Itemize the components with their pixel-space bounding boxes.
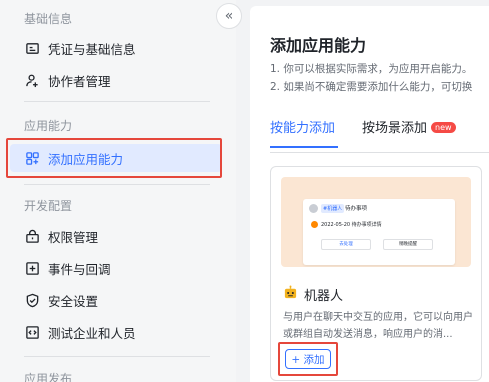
bot-preview-image: #机器人 待办事项 2022-05-20 待办事项详情 去处理 稍晚提醒 (281, 177, 471, 267)
sidebar-item-label: 测试企业和人员 (48, 325, 136, 341)
sidebar-item-credentials[interactable]: 凭证与基础信息 (10, 34, 222, 62)
active-tab-indicator (270, 146, 338, 148)
divider (270, 152, 489, 153)
tabs: 按能力添加 按场景添加 new (270, 117, 489, 148)
user-add-icon (24, 72, 40, 88)
collapse-sidebar-button[interactable]: « (216, 3, 242, 29)
page-title: 添加应用能力 (270, 36, 367, 55)
sidebar-item-label: 协作者管理 (48, 73, 111, 89)
capability-card-bot[interactable]: #机器人 待办事项 2022-05-20 待办事项详情 去处理 稍晚提醒 机器人… (270, 166, 482, 381)
new-badge: new (431, 122, 456, 133)
clock-icon (311, 221, 318, 228)
description-line-1: 1. 你可以根据实际需求，为应用开启能力。 (270, 63, 473, 75)
sidebar-item-security[interactable]: 安全设置 (10, 286, 222, 314)
card-description: 与用户在聊天中交互的应用，它可以向用户或群组自动发送消息，响应用户的消... (283, 312, 473, 340)
group-title-dev-config: 开发配置 (24, 199, 73, 213)
card-title-text: 机器人 (304, 289, 344, 304)
group-title-basic: 基础信息 (24, 12, 73, 26)
sidebar-item-label: 添加应用能力 (48, 151, 124, 167)
avatar (309, 204, 318, 213)
sidebar: 基础信息 凭证与基础信息 协作者管理 应用能力 添加应用能力 开发配置 权限管理… (0, 0, 236, 382)
group-title-release: 应用发布 (24, 372, 73, 382)
description-line-2: 2. 如果尚不确定需要添加什么能力，可切换 (270, 81, 473, 93)
preview-tag: #机器人 (321, 204, 345, 213)
preview-message-card: #机器人 待办事项 2022-05-20 待办事项详情 去处理 稍晚提醒 (303, 199, 455, 265)
card-title: 机器人 (283, 285, 343, 304)
divider (24, 101, 210, 102)
credential-icon (24, 40, 40, 56)
sidebar-item-test-tenant[interactable]: 测试企业和人员 (10, 318, 222, 346)
sidebar-item-collaborators[interactable]: 协作者管理 (10, 66, 222, 94)
preview-button-left: 去处理 (321, 239, 371, 250)
sidebar-item-label: 事件与回调 (48, 261, 111, 277)
sidebar-item-permissions[interactable]: 权限管理 (10, 222, 222, 250)
preview-button-right: 稍晚提醒 (383, 239, 433, 250)
sidebar-item-events[interactable]: 事件与回调 (10, 254, 222, 282)
sidebar-item-label: 权限管理 (48, 229, 99, 245)
event-icon (24, 260, 40, 276)
sidebar-item-label: 凭证与基础信息 (48, 41, 136, 57)
divider (24, 356, 210, 357)
main-panel: 添加应用能力 1. 你可以根据实际需求，为应用开启能力。 2. 如果尚不确定需要… (250, 6, 489, 382)
preview-line: 2022-05-20 待办事项详情 (321, 222, 382, 228)
add-button[interactable]: + 添加 (285, 349, 331, 369)
sidebar-item-add-capability[interactable]: 添加应用能力 (10, 144, 222, 172)
tab-label: 按场景添加 (362, 121, 428, 136)
group-title-capability: 应用能力 (24, 119, 73, 133)
sidebar-item-label: 安全设置 (48, 293, 99, 309)
robot-icon (283, 285, 298, 304)
shield-icon (24, 292, 40, 308)
tab-by-scenario[interactable]: 按场景添加 new (362, 117, 456, 136)
permission-icon (24, 228, 40, 244)
preview-name: 待办事项 (345, 206, 368, 212)
divider (24, 184, 210, 185)
double-chevron-left-icon: « (224, 8, 234, 24)
code-icon (24, 324, 40, 340)
add-capability-icon (24, 150, 40, 166)
tab-by-capability[interactable]: 按能力添加 (270, 117, 335, 136)
